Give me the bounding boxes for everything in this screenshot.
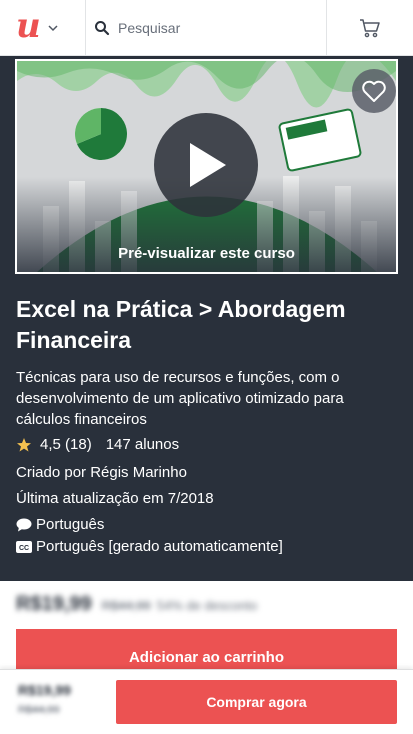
heart-icon[interactable] (361, 79, 387, 103)
sticky-price: R$19,99 R$44,99 (18, 682, 71, 716)
captions-label: Português [gerado automaticamente] (36, 538, 283, 555)
course-title: Excel na Prática > Abordagem Financeira (16, 296, 346, 353)
star-icon (17, 437, 31, 451)
course-subtitle: Técnicas para uso de recursos e funções,… (16, 369, 344, 428)
course-creator[interactable]: Criado por Régis Marinho (16, 464, 187, 481)
closed-captions-icon: CC (16, 540, 32, 553)
current-price: R$19,99 (16, 593, 92, 615)
top-navbar: u (0, 0, 413, 56)
course-captions: CC Português [gerado automaticamente] (16, 538, 283, 555)
preview-label[interactable]: Pré-visualizar este curso (17, 245, 396, 262)
rating-count[interactable]: (18) (65, 436, 92, 453)
course-preview-video[interactable]: Pré-visualizar este curso (15, 59, 398, 274)
wishlist-button[interactable] (352, 69, 396, 113)
rating-row: 4,5 (18) 147 alunos (16, 436, 179, 453)
language-label: Português (36, 516, 105, 533)
sticky-original-price: R$44,99 (18, 704, 60, 716)
chevron-down-icon[interactable] (47, 22, 59, 34)
search-icon[interactable] (94, 20, 110, 36)
play-button[interactable] (154, 113, 258, 217)
search-input[interactable] (118, 19, 318, 36)
last-updated: Última atualização em 7/2018 (16, 490, 214, 507)
sticky-purchase-bar: R$19,99 R$44,99 Comprar agora (0, 669, 413, 734)
play-icon[interactable] (184, 141, 228, 189)
logo-menu[interactable]: u (0, 0, 86, 55)
cart-icon[interactable] (359, 18, 381, 38)
course-language: Português (16, 516, 104, 533)
svg-text:CC: CC (19, 545, 29, 552)
speech-bubble-icon (16, 518, 32, 531)
rating-value: 4,5 (40, 436, 61, 453)
cart-button[interactable] (327, 0, 413, 55)
original-price: R$44,99 (101, 598, 151, 613)
buy-now-button[interactable]: Comprar agora (116, 680, 397, 724)
discount-label: 54% de desconto (156, 598, 258, 613)
udemy-logo-icon[interactable]: u (16, 9, 41, 43)
sticky-current-price: R$19,99 (18, 682, 71, 698)
students-count: 147 alunos (105, 436, 180, 453)
price-row: R$19,99 R$44,99 54% de desconto (16, 593, 257, 616)
search-bar[interactable] (86, 0, 327, 55)
course-hero: Pré-visualizar este curso Excel na Práti… (0, 56, 413, 581)
